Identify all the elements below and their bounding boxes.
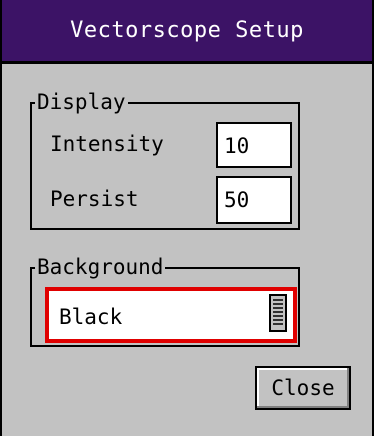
persist-label: Persist <box>50 187 139 211</box>
background-select-value: Black <box>59 305 123 329</box>
dialog-title: Vectorscope Setup <box>2 0 372 64</box>
persist-field[interactable]: 50 <box>216 176 292 224</box>
display-group-legend: Display <box>37 90 126 114</box>
intensity-label: Intensity <box>50 132 164 156</box>
close-button[interactable]: Close <box>255 366 351 410</box>
background-group-legend: Background <box>37 255 164 279</box>
intensity-field[interactable]: 10 <box>216 122 292 168</box>
scroll-grip-icon[interactable] <box>269 294 287 332</box>
background-select[interactable]: Black <box>45 287 297 343</box>
